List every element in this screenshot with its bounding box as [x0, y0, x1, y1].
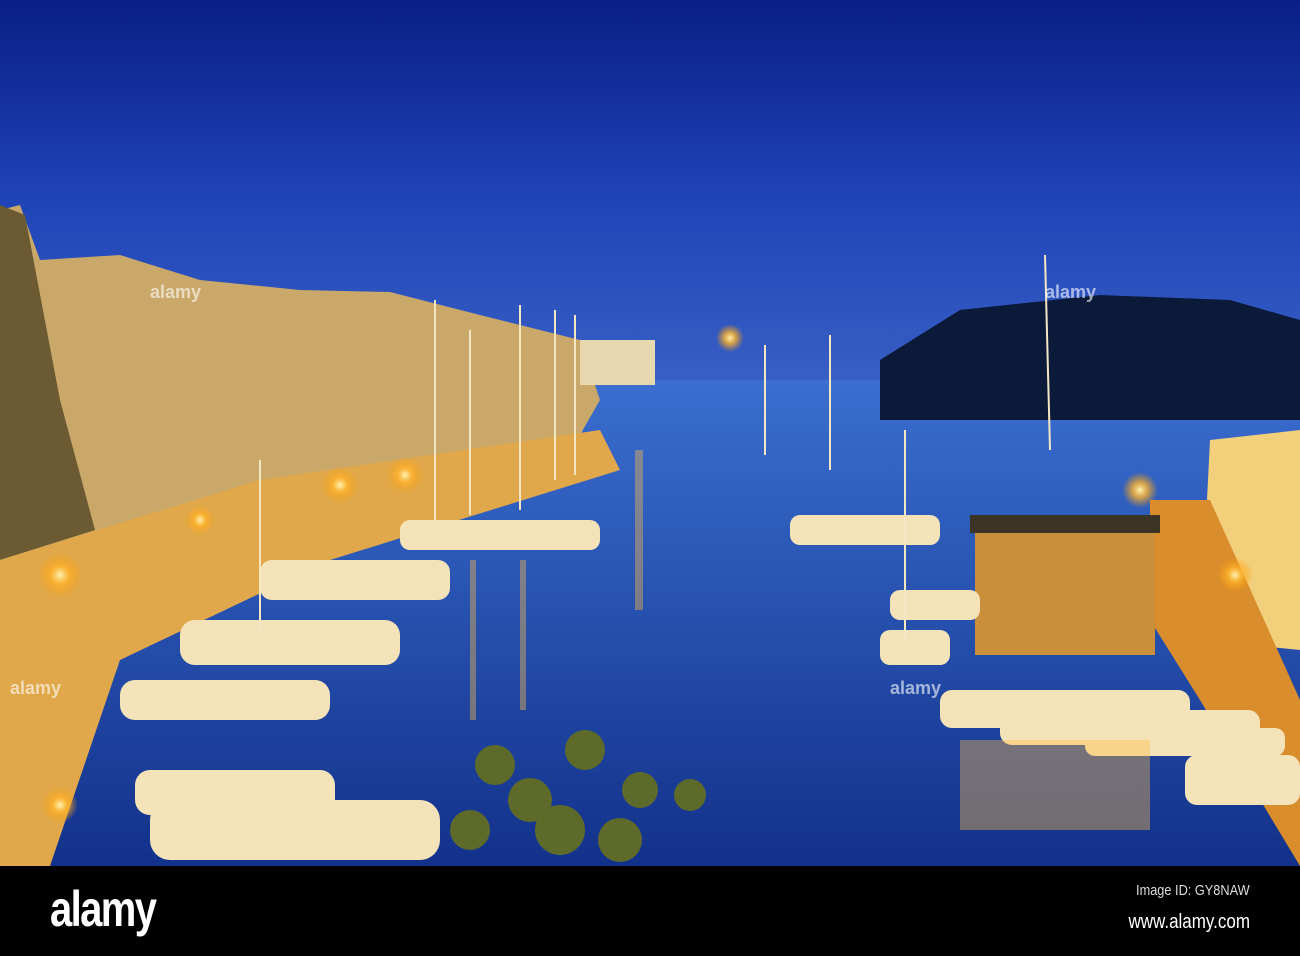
watermark-text: alamy	[890, 678, 942, 698]
harbor-night-photo	[0, 0, 1300, 866]
stock-photo-page: alamy alamy alamy alamy alamy Image ID: …	[0, 0, 1300, 956]
image-id: Image ID: GY8NAW	[1136, 882, 1250, 899]
site-url: www.alamy.com	[1128, 911, 1250, 933]
watermark-text: alamy	[150, 282, 202, 302]
watermark-text: alamy	[1045, 282, 1097, 302]
footer-bar: alamy Image ID: GY8NAW www.alamy.com	[0, 866, 1300, 956]
alamy-logo: alamy	[50, 881, 157, 937]
stone-pavilion	[975, 520, 1155, 655]
waterfront-building	[580, 340, 655, 385]
watermark-text: alamy	[10, 678, 62, 698]
pavilion-roof	[970, 515, 1160, 533]
